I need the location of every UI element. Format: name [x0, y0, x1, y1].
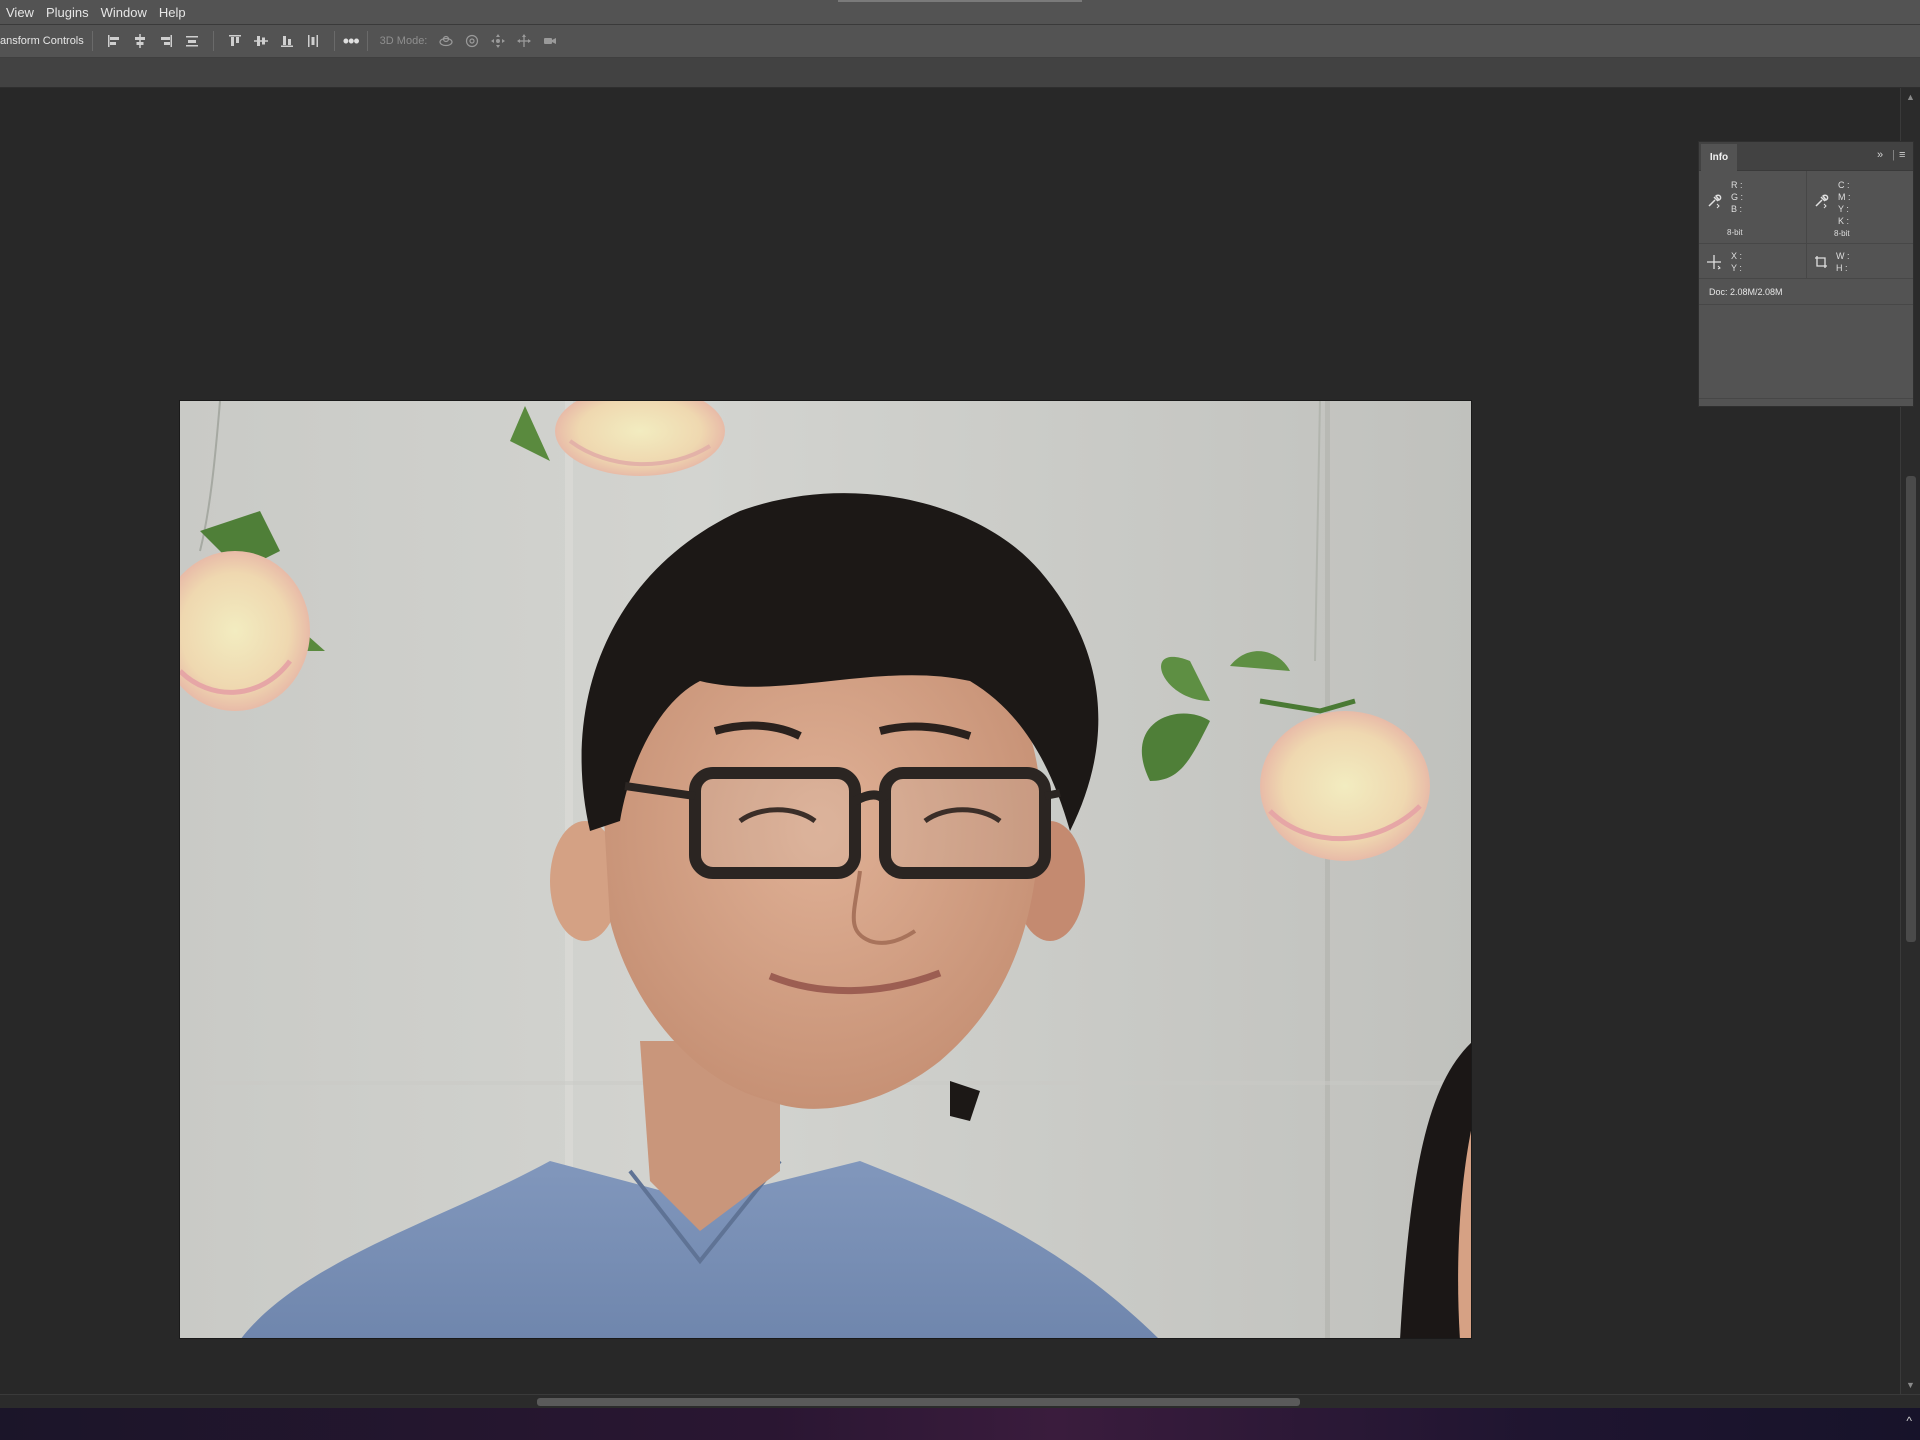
info-r-label: R :	[1731, 180, 1743, 190]
align-right-edges-icon[interactable]	[153, 30, 179, 52]
options-divider	[91, 31, 93, 51]
info-color-readouts: R : G : B : 8-bit C : M : Y : K : 8-bit	[1699, 171, 1913, 244]
tray-chevron-icon[interactable]: ^	[1906, 1414, 1912, 1428]
info-y-label: Y :	[1838, 204, 1849, 214]
info-tab[interactable]: Info	[1701, 144, 1737, 171]
selection-size-icon[interactable]	[1813, 254, 1829, 270]
panel-menu-icon[interactable]: ≡	[1899, 149, 1905, 161]
info-panel-resize-handle[interactable]	[1699, 398, 1913, 406]
eyedropper-icon[interactable]	[1706, 193, 1722, 209]
menu-view[interactable]: View	[0, 0, 40, 25]
align-bottom-edges-icon[interactable]	[274, 30, 300, 52]
document-tab-strip	[0, 58, 1920, 88]
3d-orbit-icon[interactable]	[433, 30, 459, 52]
align-horizontal-centers-icon[interactable]	[127, 30, 153, 52]
info-column-divider	[1806, 171, 1807, 243]
options-divider	[333, 31, 335, 51]
photoshop-window: View Plugins Window Help ansform Control…	[0, 0, 1920, 1440]
panel-divider-icon: |	[1892, 149, 1895, 161]
3d-roll-icon[interactable]	[459, 30, 485, 52]
os-taskbar: ^	[0, 1408, 1920, 1440]
horizontal-scrollbar[interactable]	[0, 1394, 1920, 1408]
crosshair-icon[interactable]	[1706, 254, 1722, 270]
3d-pan-icon[interactable]	[485, 30, 511, 52]
info-doc-size-row: Doc: 2.08M/2.08M	[1699, 279, 1913, 305]
distribute-vertical-icon[interactable]	[179, 30, 205, 52]
info-w-label: W :	[1836, 251, 1850, 261]
options-bar: ansform Controls ••• 3D Mode:	[0, 25, 1920, 58]
portrait-photo	[180, 401, 1471, 1338]
vertical-scroll-thumb[interactable]	[1906, 476, 1916, 942]
options-divider	[212, 31, 214, 51]
align-left-edges-icon[interactable]	[101, 30, 127, 52]
collapse-panel-icon[interactable]: »	[1877, 149, 1883, 161]
align-top-edges-icon[interactable]	[222, 30, 248, 52]
info-k-label: K :	[1838, 216, 1850, 226]
canvas-area[interactable]	[0, 88, 1900, 1394]
doc-size-text: Doc: 2.08M/2.08M	[1709, 287, 1783, 297]
info-position-readouts: X : Y : W : H :	[1699, 244, 1913, 279]
more-options-button[interactable]: •••	[343, 30, 360, 52]
document-photo[interactable]	[179, 400, 1472, 1339]
info-panel: Info » | ≡ R : G : B : 8-bit C : M : Y :…	[1698, 141, 1914, 407]
info-rgb-bit-depth: 8-bit	[1727, 228, 1743, 237]
info-b-label: B :	[1731, 204, 1743, 214]
menu-bar: View Plugins Window Help	[0, 0, 1920, 25]
info-x-label: X :	[1731, 251, 1743, 261]
3d-slide-icon[interactable]	[511, 30, 537, 52]
window-title-indicator	[838, 0, 1082, 2]
info-g-label: G :	[1731, 192, 1744, 202]
options-divider	[366, 31, 368, 51]
info-panel-header: Info » | ≡	[1699, 142, 1913, 171]
3d-mode-label: 3D Mode:	[379, 35, 428, 47]
scroll-down-icon[interactable]: ▼	[1906, 1380, 1915, 1390]
info-cmyk-bit-depth: 8-bit	[1834, 229, 1850, 238]
transform-controls-label[interactable]: ansform Controls	[0, 35, 84, 47]
menu-help[interactable]: Help	[153, 0, 192, 25]
menu-plugins[interactable]: Plugins	[40, 0, 95, 25]
info-c-label: C :	[1838, 180, 1850, 190]
align-vertical-centers-icon[interactable]	[248, 30, 274, 52]
eyedropper-cmyk-icon[interactable]	[1813, 193, 1829, 209]
menu-window[interactable]: Window	[95, 0, 153, 25]
scroll-up-icon[interactable]: ▲	[1906, 92, 1915, 102]
3d-scale-icon[interactable]	[537, 30, 563, 52]
info-y-position-label: Y :	[1731, 263, 1742, 273]
info-m-label: M :	[1838, 192, 1851, 202]
distribute-horizontal-icon[interactable]	[300, 30, 326, 52]
horizontal-scroll-thumb[interactable]	[537, 1398, 1300, 1406]
info-h-label: H :	[1836, 263, 1848, 273]
info-column-divider	[1806, 244, 1807, 278]
